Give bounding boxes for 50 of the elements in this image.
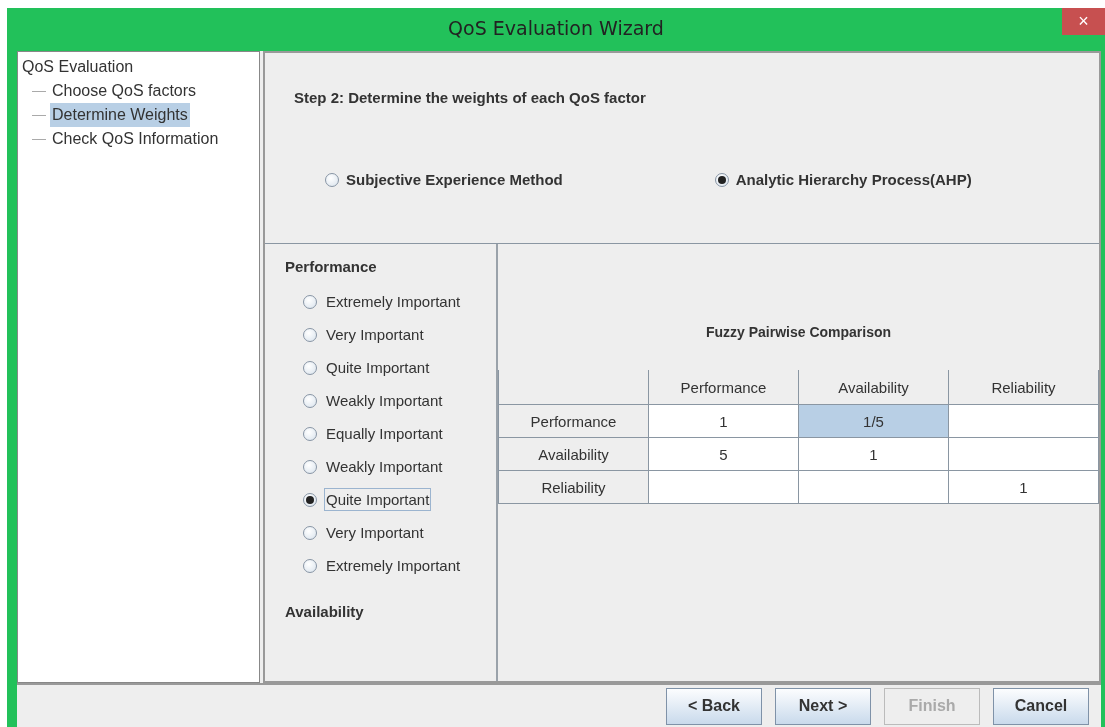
- radio-label[interactable]: Extremely Important: [324, 554, 463, 577]
- row-header: Availability: [498, 437, 649, 471]
- radio-button[interactable]: [303, 327, 317, 342]
- wizard-button[interactable]: Next >: [775, 687, 871, 725]
- column-header: Reliability: [948, 370, 1099, 405]
- tree-item[interactable]: Determine Weights: [50, 103, 190, 127]
- row-header: Reliability: [498, 470, 649, 504]
- row-header: Performance: [498, 404, 649, 438]
- tree-item[interactable]: Check QoS Information: [50, 127, 221, 151]
- radio-label[interactable]: Extremely Important: [324, 290, 463, 313]
- radio-button[interactable]: [303, 492, 317, 507]
- radio-label[interactable]: Subjective Experience Method: [346, 171, 563, 188]
- radio-label[interactable]: Weakly Important: [324, 389, 445, 412]
- window-title: QoS Evaluation Wizard: [448, 17, 664, 39]
- wizard-button[interactable]: Cancel: [993, 687, 1089, 725]
- table-cell[interactable]: 5: [648, 437, 799, 471]
- radio-button[interactable]: [325, 172, 339, 187]
- radio-button[interactable]: [303, 360, 317, 375]
- radio-button[interactable]: [303, 294, 317, 309]
- table-cell[interactable]: [798, 470, 949, 504]
- table-cell[interactable]: 1/5: [798, 404, 949, 438]
- column-header: Availability: [798, 370, 949, 405]
- table-cell[interactable]: [948, 404, 1099, 438]
- column-header: Performance: [648, 370, 799, 405]
- radio-button[interactable]: [303, 393, 317, 408]
- radio-button[interactable]: [303, 558, 317, 573]
- tree-item[interactable]: QoS Evaluation: [20, 55, 136, 79]
- group-title: Availability: [285, 603, 365, 620]
- table-title: Fuzzy Pairwise Comparison: [704, 324, 893, 340]
- radio-label[interactable]: Very Important: [324, 521, 426, 544]
- radio-label[interactable]: Weakly Important: [324, 455, 445, 478]
- radio-button[interactable]: [303, 525, 317, 540]
- radio-button[interactable]: [303, 459, 317, 474]
- step-title: Step 2: Determine the weights of each QoS factor: [294, 89, 647, 106]
- table-cell[interactable]: [948, 437, 1099, 471]
- table-cell[interactable]: 1: [948, 470, 1099, 504]
- table-cell[interactable]: 1: [648, 404, 799, 438]
- radio-label[interactable]: Analytic Hierarchy Process(AHP): [735, 171, 972, 188]
- radio-button[interactable]: [303, 426, 317, 441]
- close-button[interactable]: ×: [1062, 8, 1105, 35]
- radio-label[interactable]: Very Important: [324, 323, 426, 346]
- radio-label[interactable]: Quite Important: [324, 488, 432, 511]
- radio-label[interactable]: Equally Important: [324, 422, 445, 445]
- radio-label[interactable]: Quite Important: [324, 356, 432, 379]
- group-title: Performance: [285, 258, 378, 275]
- tree-item[interactable]: Choose QoS factors: [50, 79, 199, 103]
- wizard-button[interactable]: < Back: [666, 687, 762, 725]
- radio-button[interactable]: [714, 172, 729, 187]
- table-cell[interactable]: 1: [798, 437, 949, 471]
- table-cell[interactable]: [648, 470, 799, 504]
